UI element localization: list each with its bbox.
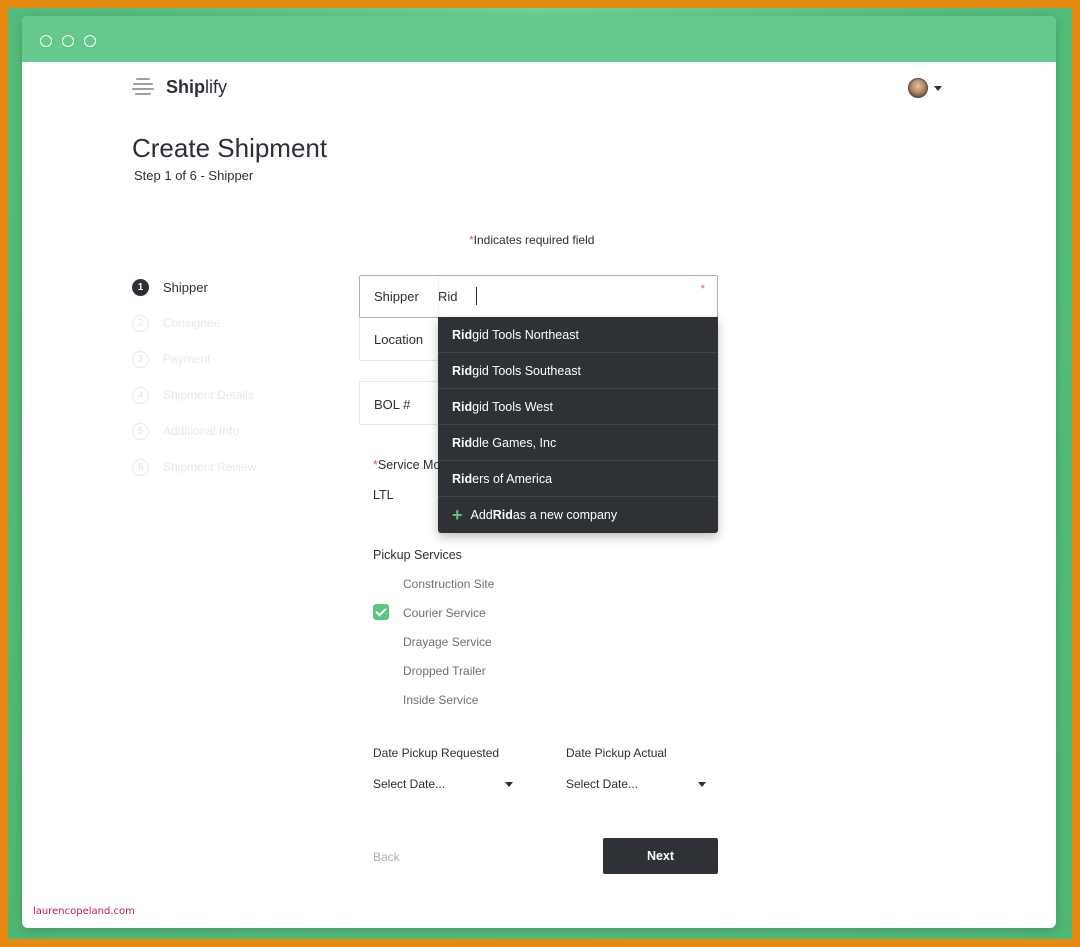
autocomplete-option[interactable]: Rid dle Games, Inc [438,425,718,461]
date-pickup-actual: Date Pickup Actual Select Date... [566,746,706,791]
user-menu[interactable] [908,78,942,98]
shipper-autocomplete-dropdown: Rid gid Tools Northeast Rid gid Tools Sout… [438,317,718,533]
date-requested-select[interactable]: Select Date... [373,777,513,791]
minimize-window-button[interactable] [62,35,74,47]
checkbox[interactable] [373,575,389,591]
back-button[interactable]: Back [373,850,400,864]
text-cursor [476,287,477,305]
required-field-note: *Indicates required field [469,233,595,247]
bol-label: BOL # [374,397,411,412]
step-item-shipper[interactable]: 1 Shipper [132,269,256,305]
step-number: 6 [132,458,149,476]
autocomplete-option[interactable]: Rid ers of America [438,461,718,497]
page-title: Create Shipment [132,133,328,163]
step-number: 2 [132,314,149,332]
service-mode-label: *Service Mo [373,458,441,472]
step-number: 5 [132,422,149,440]
page-subtitle: Step 1 of 6 - Shipper [134,168,254,183]
step-item-additional-info[interactable]: 5 Additional Info [132,413,256,449]
date-requested-label: Date Pickup Requested [373,746,500,760]
step-item-shipment-review[interactable]: 6 Shipment Review [132,449,256,485]
shipper-label: Shipper [374,289,419,304]
watermark: laurencopeland.com [30,905,138,918]
shiplify-logo-icon [132,76,154,98]
step-label: Consignee [163,316,221,330]
step-number: 4 [132,386,149,404]
step-number: 3 [132,350,149,368]
chevron-down-icon [698,782,706,787]
shipper-field[interactable]: Shipper * [359,275,718,318]
service-option-drayage-service[interactable]: Drayage Service [373,627,494,656]
service-option-dropped-trailer[interactable]: Dropped Trailer [373,656,494,685]
plus-icon: + [452,505,463,525]
step-item-consignee[interactable]: 2 Consignee [132,305,256,341]
checkbox[interactable] [373,691,389,707]
location-label: Location [374,332,424,347]
checkbox[interactable] [373,633,389,649]
step-label: Additional Info [163,424,240,438]
autocomplete-option[interactable]: Rid gid Tools Southeast [438,353,718,389]
service-mode-value[interactable]: LTL [373,488,394,502]
app-logo[interactable]: Shiplify [132,76,227,98]
autocomplete-option[interactable]: Rid gid Tools West [438,389,718,425]
avatar[interactable] [908,78,928,98]
step-label: Shipper [163,279,208,295]
pickup-services-title: Pickup Services [373,548,462,562]
checkbox[interactable] [373,662,389,678]
service-option-courier-service[interactable]: Courier Service [373,598,494,627]
date-pickup-requested: Date Pickup Requested Select Date... [373,746,513,791]
maximize-window-button[interactable] [84,35,96,47]
close-window-button[interactable] [40,35,52,47]
add-new-company-option[interactable]: + Add Rid as a new company [438,497,718,533]
checkbox-checked[interactable] [373,604,389,620]
browser-window: Shiplify Create Shipment Step 1 of 6 - S… [22,16,1056,928]
step-label: Shipment Review [163,460,257,474]
service-option-inside-service[interactable]: Inside Service [373,685,494,714]
date-actual-select[interactable]: Select Date... [566,777,706,791]
service-option-construction-site[interactable]: Construction Site [373,569,494,598]
step-list: 1 Shipper 2 Consignee 3 Payment 4 Shipme… [132,269,256,485]
pickup-services-list: Construction Site Courier Service Drayag… [373,569,494,714]
required-mark: * [700,283,705,295]
autocomplete-option[interactable]: Rid gid Tools Northeast [438,317,718,353]
step-item-payment[interactable]: 3 Payment [132,341,256,377]
next-button[interactable]: Next [603,838,718,874]
step-label: Payment [163,352,211,366]
window-titlebar [22,16,1056,62]
date-actual-label: Date Pickup Actual [566,746,667,760]
chevron-down-icon [505,782,513,787]
step-label: Shipment Details [163,388,254,402]
chevron-down-icon[interactable] [934,85,942,91]
step-item-shipment-details[interactable]: 4 Shipment Details [132,377,256,413]
step-number: 1 [132,278,149,296]
shipper-input[interactable] [438,285,678,307]
brand-name: Shiplify [166,76,227,97]
